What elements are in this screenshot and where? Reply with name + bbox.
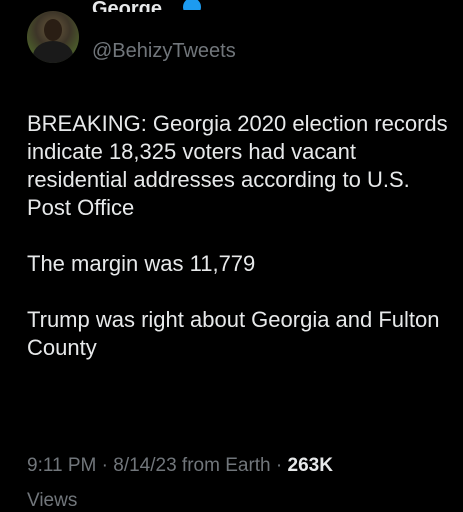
tweet-paragraph: Trump was right about Georgia and Fulton… (27, 307, 440, 360)
meta-separator: · (101, 455, 108, 476)
tweet-meta: 9:11 PM · 8/14/23 from Earth · 263K (27, 455, 333, 477)
tweet-date[interactable]: 8/14/23 from Earth (113, 455, 270, 476)
author-display-name[interactable]: George (92, 0, 162, 12)
views-count[interactable]: 263K (288, 455, 333, 476)
avatar-head (44, 19, 62, 41)
avatar-shoulders (33, 41, 73, 63)
tweet-text: BREAKING: Georgia 2020 election records … (27, 110, 452, 390)
tweet-paragraph: BREAKING: Georgia 2020 election records … (27, 111, 448, 220)
meta-separator: · (275, 455, 283, 476)
author-handle[interactable]: @BehizyTweets (92, 40, 236, 63)
views-label: Views (27, 490, 78, 511)
tweet-time[interactable]: 9:11 PM (27, 455, 96, 476)
verified-badge-icon (183, 0, 201, 10)
avatar[interactable] (27, 11, 79, 63)
tweet[interactable]: George @BehizyTweets BREAKING: Georgia 2… (0, 0, 463, 511)
tweet-paragraph: The margin was 11,779 (27, 251, 256, 276)
